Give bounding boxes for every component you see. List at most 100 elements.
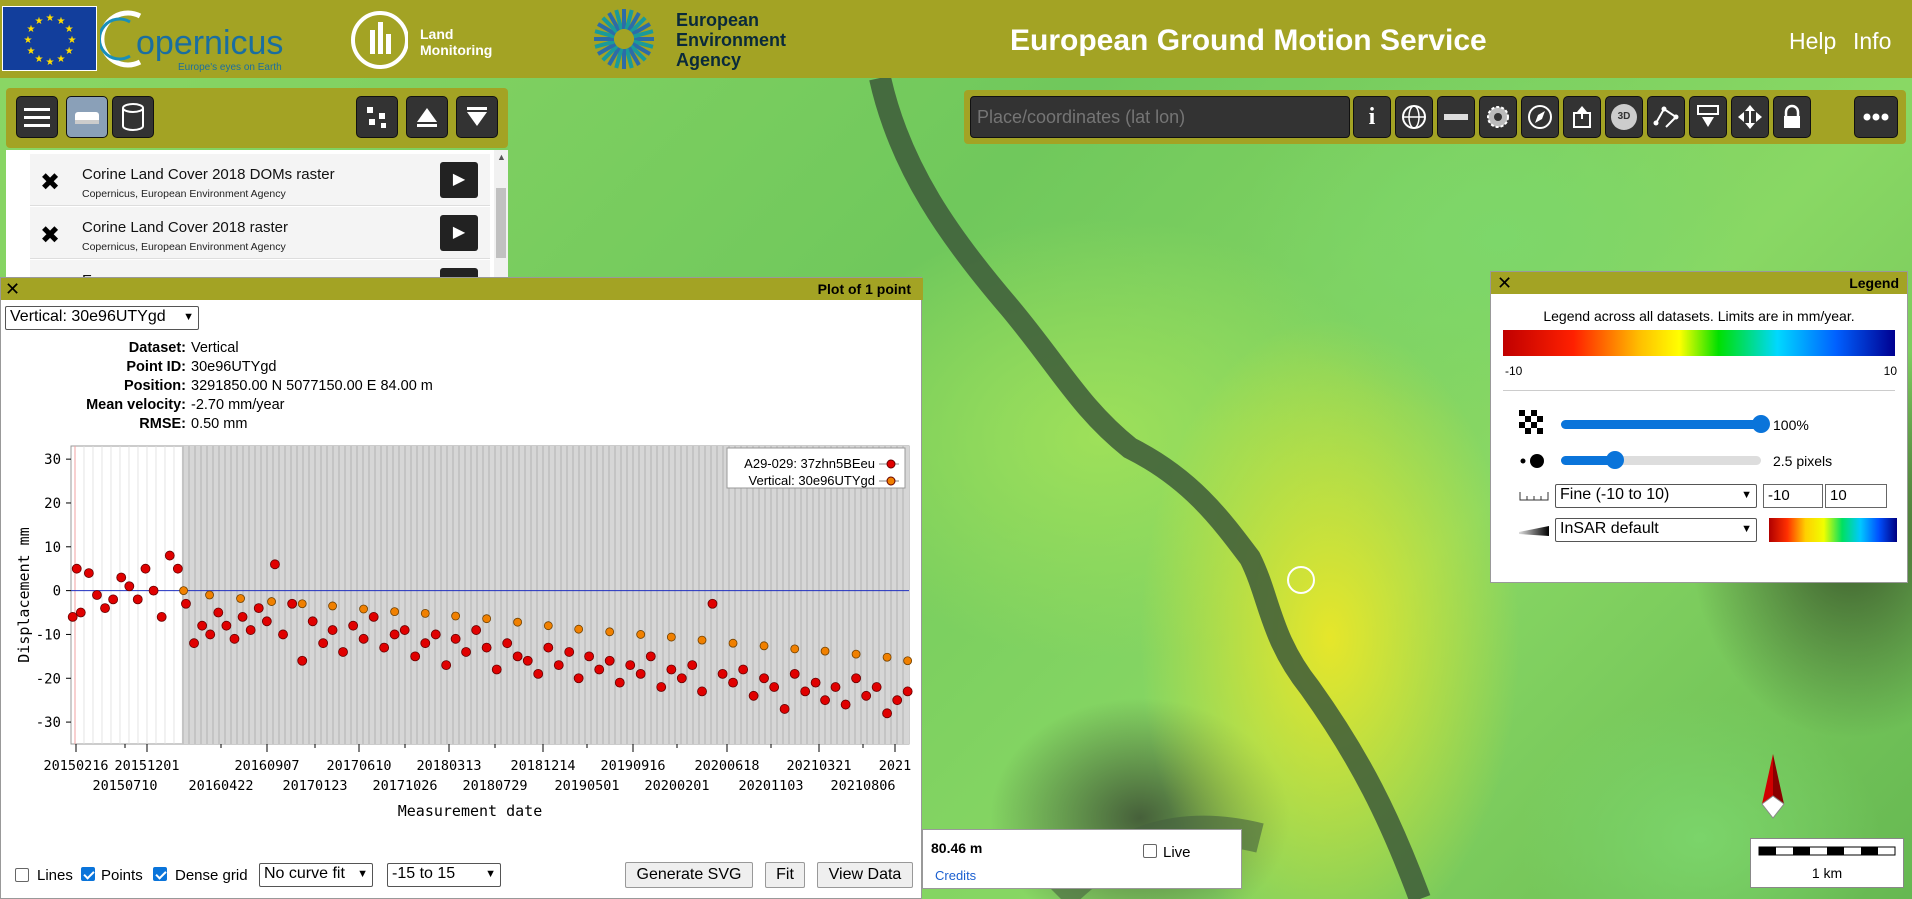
limit-min-input[interactable]: -10 [1763,484,1823,508]
data-point [399,625,410,635]
layer-play-button[interactable]: ▶ [440,162,478,198]
layer-item[interactable]: ✖ Corine Land Cover 2018 DOMs raster Cop… [30,154,490,206]
live-label: Live [1163,844,1191,861]
grid-select-button[interactable] [356,96,398,138]
data-point [769,682,780,692]
3d-icon: 3D [1611,104,1637,130]
curve-fit-select[interactable]: No curve fit ▼ [259,863,373,887]
data-point [851,649,861,659]
rmse-value: 0.50 mm [191,416,248,432]
data-point [636,630,646,639]
more-button[interactable] [1854,96,1898,138]
export-button[interactable] [1563,96,1601,138]
data-point [584,651,595,662]
data-point [903,656,913,666]
velocity-value: -2.70 mm/year [191,397,285,413]
live-checkbox[interactable] [1143,844,1157,858]
data-point [666,664,677,675]
data-point [267,597,276,606]
dataset-select-value: Vertical: 30e96UTYgd [10,308,166,325]
limit-max-input[interactable]: 10 [1825,484,1887,508]
database-button[interactable] [112,96,154,138]
chevron-down-icon: ▼ [357,868,368,880]
data-point [717,668,728,679]
draw-button[interactable] [1647,96,1685,138]
layer-list-scrollbar[interactable]: ▲ [494,150,508,280]
data-point [229,633,240,644]
move-down-button[interactable] [456,96,498,138]
position-value: 3291850.00 N 5077150.00 E 84.00 m [191,378,433,394]
move-up-button[interactable] [406,96,448,138]
data-point [789,668,800,679]
help-link[interactable]: Help [1789,28,1836,55]
layers-icon [75,112,99,124]
color-scheme-select[interactable]: InSAR default ▼ [1555,518,1757,542]
x-tick-label: 20210321 [786,758,851,774]
data-point [236,594,245,603]
layer-item[interactable]: ✖ Corine Land Cover 2018 raster Copernic… [30,207,490,259]
dataset-select[interactable]: Vertical: 30e96UTYgd ▼ [5,306,199,330]
data-point [892,695,903,706]
land-monitoring-logo[interactable]: Land Monitoring [348,4,508,74]
info-link[interactable]: Info [1853,28,1891,55]
dense-grid-label: Dense grid [175,867,248,884]
credits-link[interactable]: Credits [935,868,976,883]
download-icon [1697,105,1719,127]
remove-layer-icon[interactable]: ✖ [40,168,60,197]
data-point [728,677,738,688]
close-plot-icon[interactable]: ✕ [5,280,20,298]
point-id-value: 30e96UTYgd [191,359,277,375]
point-size-value: 2.5 pixels [1773,453,1833,469]
eu-star: ★ [46,57,55,68]
fit-button[interactable]: Fit [765,862,805,888]
download-button[interactable] [1689,96,1727,138]
remove-layer-icon[interactable]: ✖ [40,221,60,250]
data-point [92,590,102,600]
data-point [221,620,232,631]
globe-button[interactable] [1395,96,1433,138]
scroll-up-icon[interactable]: ▲ [497,152,506,162]
data-point [851,673,861,684]
dense-grid-checkbox[interactable] [153,867,167,881]
measure-button[interactable] [1437,96,1475,138]
data-point [543,621,553,631]
settings-button[interactable] [1479,96,1517,138]
displacement-chart[interactable]: 30 20 10 0 -10 -20 -30 20150216 20151201 20160907… [1,438,921,838]
lines-checkbox[interactable] [15,868,29,882]
copernicus-tagline: Europe's eyes on Earth [178,62,282,73]
3d-view-button[interactable]: 3D [1605,96,1643,138]
point-size-slider-knob[interactable] [1606,451,1624,469]
data-point [800,686,811,697]
scroll-thumb[interactable] [496,188,506,258]
points-checkbox[interactable] [81,867,95,881]
selected-point-marker[interactable] [1287,566,1315,594]
data-point [573,673,584,684]
menu-button[interactable] [16,96,58,138]
data-point [512,651,523,662]
opacity-slider-knob[interactable] [1752,415,1770,433]
eea-logo[interactable]: European Environment Agency [590,4,810,74]
range-select[interactable]: -15 to 15 ▼ [387,863,501,887]
data-point [261,616,272,627]
layers-button[interactable] [66,96,108,138]
view-data-button[interactable]: View Data [817,862,913,888]
color-scale-min: -10 [1505,364,1523,378]
opacity-value: 100% [1773,417,1809,433]
scale-range-select[interactable]: Fine (-10 to 10) ▼ [1555,484,1757,508]
identify-button[interactable]: i [1353,96,1391,138]
compass-icon [1528,105,1552,129]
place-search-input[interactable] [970,96,1350,138]
chevron-down-icon: ▼ [485,868,496,880]
generate-svg-button[interactable]: Generate SVG [625,862,753,888]
copernicus-logo[interactable]: opernicus Europe's eyes on Earth [98,4,290,74]
layer-play-button[interactable]: ▶ [440,215,478,251]
chart-legend-marker [886,459,896,469]
close-legend-icon[interactable]: ✕ [1497,274,1512,292]
color-ramp-icon [1519,526,1549,536]
compass-button[interactable] [1521,96,1559,138]
eu-star: ★ [35,54,44,65]
chart-legend-label: A29-029: 37zhn5BEeu [744,456,875,471]
land-monitoring-icon [351,11,409,69]
lock-button[interactable] [1773,96,1811,138]
pan-button[interactable] [1731,96,1769,138]
